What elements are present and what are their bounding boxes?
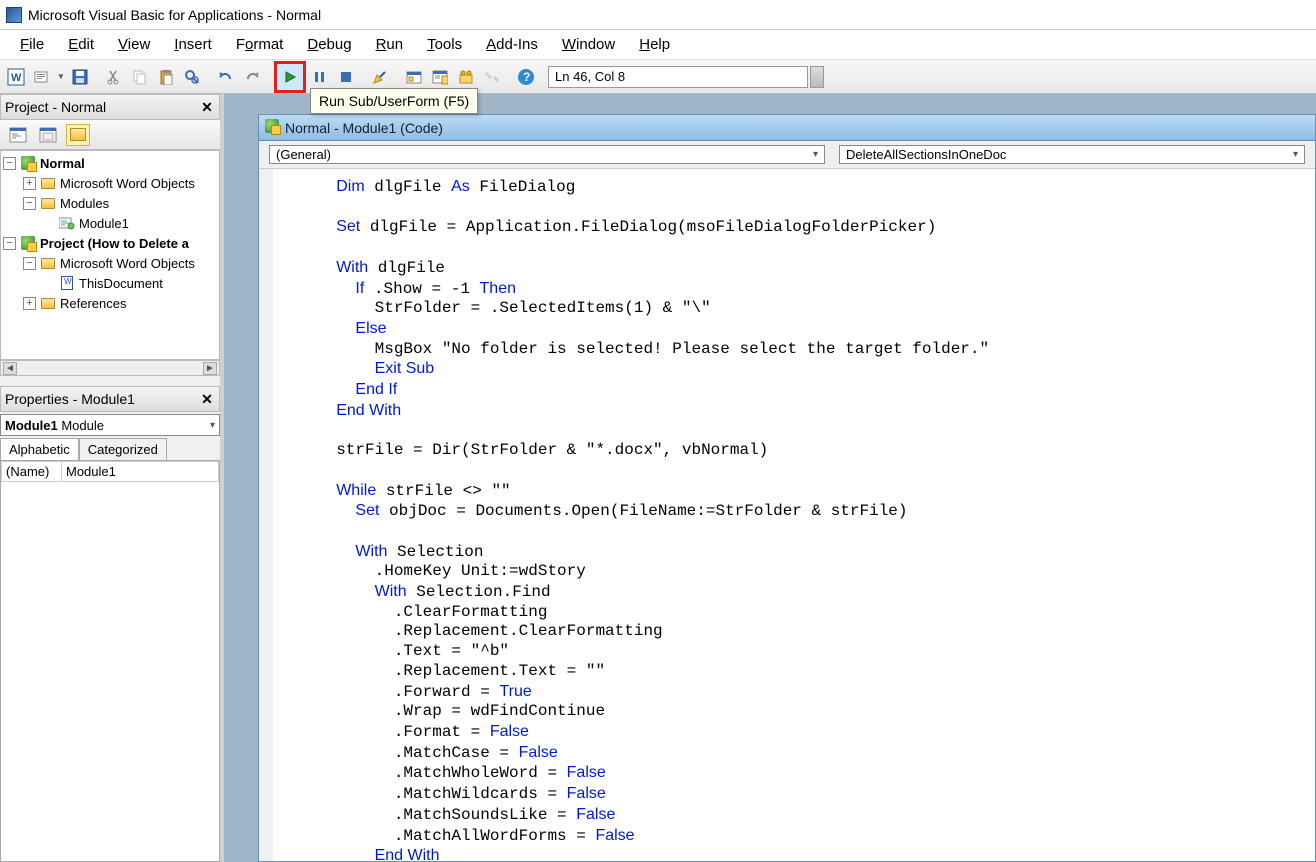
menu-debug[interactable]: Debug — [297, 32, 361, 57]
app-icon — [6, 7, 22, 23]
project-panel-title: Project - Normal — [5, 99, 106, 115]
position-indicator: Ln 46, Col 8 — [548, 66, 808, 88]
properties-tabs: Alphabetic Categorized — [0, 438, 220, 460]
run-tooltip: Run Sub/UserForm (F5) — [310, 88, 478, 114]
run-button[interactable] — [278, 65, 302, 89]
collapse-icon[interactable]: − — [3, 237, 16, 250]
break-button[interactable] — [308, 65, 332, 89]
code-window-title: Normal - Module1 (Code) — [285, 120, 443, 136]
folder-icon — [40, 296, 56, 310]
menu-addins[interactable]: Add-Ins — [476, 32, 548, 57]
project-panel-close[interactable]: ✕ — [199, 99, 215, 116]
properties-window-icon[interactable] — [428, 65, 452, 89]
collapse-icon[interactable]: − — [23, 197, 36, 210]
code-editor[interactable]: Dim dlgFile As FileDialog Set dlgFile = … — [259, 169, 1315, 861]
cut-icon[interactable] — [102, 65, 126, 89]
project-icon — [20, 156, 36, 170]
menu-run[interactable]: Run — [366, 32, 414, 57]
view-word-icon[interactable]: W — [4, 65, 28, 89]
toolbar: W ▼ ? Ln 46, Col 8 Run Sub/UserForm (F5) — [0, 60, 1316, 94]
save-icon[interactable] — [68, 65, 92, 89]
tree-mwo2[interactable]: − Microsoft Word Objects — [1, 253, 219, 273]
menu-file[interactable]: File — [10, 32, 54, 57]
paste-icon[interactable] — [154, 65, 178, 89]
module-icon — [59, 216, 75, 230]
menu-view[interactable]: View — [108, 32, 160, 57]
collapse-icon[interactable]: − — [23, 257, 36, 270]
properties-panel-title: Properties - Module1 — [5, 391, 135, 407]
project-panel-toolbar — [0, 120, 220, 150]
project-icon — [20, 236, 36, 250]
tree-module1[interactable]: Module1 — [1, 213, 219, 233]
project-explorer-icon[interactable] — [402, 65, 426, 89]
tree-references[interactable]: + References — [1, 293, 219, 313]
svg-text:?: ? — [523, 70, 530, 84]
tree-modules[interactable]: − Modules — [1, 193, 219, 213]
menu-help[interactable]: Help — [629, 32, 680, 57]
property-name-cell: (Name) — [2, 462, 62, 482]
run-button-highlight — [274, 61, 306, 93]
design-mode-icon[interactable] — [368, 65, 392, 89]
code-window-combos: (General)▾ DeleteAllSectionsInOneDoc▾ — [259, 141, 1315, 169]
expand-icon[interactable]: + — [23, 177, 36, 190]
left-pane: Project - Normal ✕ − Normal + Microsoft … — [0, 94, 224, 862]
properties-panel-header: Properties - Module1 ✕ — [0, 386, 220, 412]
menu-tools[interactable]: Tools — [417, 32, 472, 57]
folder-icon — [40, 196, 56, 210]
code-window: Normal - Module1 (Code) (General)▾ Delet… — [258, 114, 1316, 862]
property-value-cell[interactable]: Module1 — [62, 462, 219, 482]
toolbox-icon[interactable] — [480, 65, 504, 89]
insert-item-icon[interactable] — [30, 65, 54, 89]
toggle-folders-icon[interactable] — [66, 124, 90, 146]
view-object-icon[interactable] — [36, 124, 60, 146]
menu-insert[interactable]: Insert — [164, 32, 222, 57]
menu-format[interactable]: Format — [226, 32, 294, 57]
expand-icon[interactable]: + — [23, 297, 36, 310]
tab-categorized[interactable]: Categorized — [79, 438, 167, 460]
redo-icon[interactable] — [240, 65, 264, 89]
procedure-combo[interactable]: DeleteAllSectionsInOneDoc▾ — [839, 145, 1305, 164]
position-indicator-end — [810, 66, 824, 88]
view-code-icon[interactable] — [6, 124, 30, 146]
tree-project2[interactable]: − Project (How to Delete a — [1, 233, 219, 253]
main-area: Project - Normal ✕ − Normal + Microsoft … — [0, 94, 1316, 862]
insert-dropdown[interactable]: ▼ — [56, 72, 66, 81]
properties-panel-close[interactable]: ✕ — [199, 391, 215, 408]
code-window-titlebar[interactable]: Normal - Module1 (Code) — [259, 115, 1315, 141]
project-panel-header: Project - Normal ✕ — [0, 94, 220, 120]
object-browser-icon[interactable] — [454, 65, 478, 89]
menu-window[interactable]: Window — [552, 32, 625, 57]
window-title: Microsoft Visual Basic for Applications … — [28, 7, 321, 23]
property-row[interactable]: (Name) Module1 — [2, 462, 219, 482]
menu-edit[interactable]: Edit — [58, 32, 104, 57]
tab-alphabetic[interactable]: Alphabetic — [0, 438, 79, 460]
tree-normal[interactable]: − Normal — [1, 153, 219, 173]
folder-icon — [40, 256, 56, 270]
folder-icon — [40, 176, 56, 190]
menu-bar: File Edit View Insert Format Debug Run T… — [0, 30, 1316, 60]
scroll-left-icon[interactable]: ◄ — [3, 362, 17, 375]
module-icon — [265, 119, 279, 136]
help-icon[interactable]: ? — [514, 65, 538, 89]
document-icon — [59, 276, 75, 290]
find-icon[interactable] — [180, 65, 204, 89]
project-tree[interactable]: − Normal + Microsoft Word Objects − Modu… — [0, 150, 220, 360]
project-h-scrollbar[interactable]: ◄ ► — [0, 360, 220, 376]
properties-grid[interactable]: (Name) Module1 — [0, 460, 220, 862]
tree-mwo1[interactable]: + Microsoft Word Objects — [1, 173, 219, 193]
mdi-area: Normal - Module1 (Code) (General)▾ Delet… — [224, 94, 1316, 862]
collapse-icon[interactable]: − — [3, 157, 16, 170]
reset-button[interactable] — [334, 65, 358, 89]
scroll-right-icon[interactable]: ► — [203, 362, 217, 375]
copy-icon[interactable] — [128, 65, 152, 89]
object-combo[interactable]: (General)▾ — [269, 145, 825, 164]
undo-icon[interactable] — [214, 65, 238, 89]
svg-text:W: W — [11, 72, 22, 84]
title-bar: Microsoft Visual Basic for Applications … — [0, 0, 1316, 30]
properties-object-combo[interactable]: Module1 Module ▾ — [0, 414, 220, 436]
tree-thisdocument[interactable]: ThisDocument — [1, 273, 219, 293]
